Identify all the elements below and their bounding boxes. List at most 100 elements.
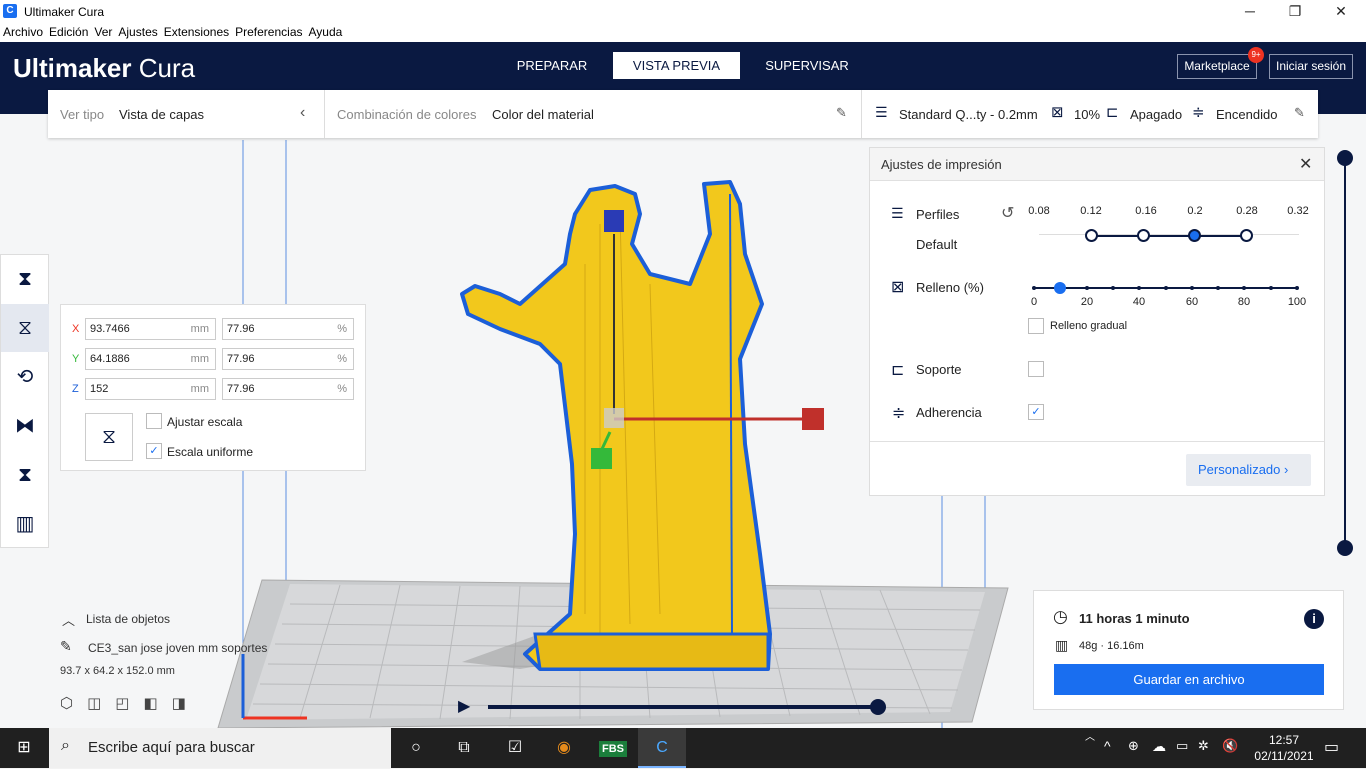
color-scheme-dropdown[interactable]: Color del material	[492, 107, 594, 122]
chevron-left-icon[interactable]: ‹	[300, 104, 305, 122]
infill-tick-dot	[1189, 286, 1194, 290]
custom-settings-button[interactable]: Personalizado ›	[1186, 454, 1311, 486]
scale-z-mm-input[interactable]: 152 mm	[85, 378, 216, 400]
play-icon[interactable]: ▶	[458, 696, 470, 716]
infill-tick: 80	[1237, 296, 1251, 308]
chevron-up-icon[interactable]: ︿	[62, 610, 75, 629]
scale-y-mm-input[interactable]: 64.1886 mm	[85, 348, 216, 370]
view-top-icon[interactable]: ◰	[115, 695, 143, 712]
view-type-dropdown[interactable]: Vista de capas	[119, 107, 204, 122]
taskbar-search[interactable]: Escribe aquí para buscar	[49, 728, 391, 768]
close-icon[interactable]: ✕	[1299, 154, 1312, 174]
layer-height-tick: 0.32	[1287, 205, 1309, 217]
x-mm-value: 93.7466	[90, 323, 130, 335]
view-left-icon[interactable]: ◧	[143, 695, 171, 712]
unit-mm: mm	[190, 323, 209, 335]
blender-app-icon[interactable]: ◉	[540, 728, 588, 768]
unit-pct: %	[337, 383, 347, 395]
brand-light: Cura	[131, 53, 196, 83]
close-window-button[interactable]: ✕	[1318, 0, 1364, 23]
view-front-icon[interactable]: ◫	[87, 695, 115, 712]
infill-tick-dot	[1110, 286, 1115, 290]
cura-taskbar-icon[interactable]: C	[638, 728, 686, 768]
pencil-icon[interactable]: ✎	[60, 638, 72, 655]
scale-y-pct-input[interactable]: 77.96%	[222, 348, 354, 370]
support-checkbox[interactable]	[1028, 361, 1044, 377]
notifications-icon[interactable]: ▭	[1324, 737, 1339, 757]
menu-preferencias[interactable]: Preferencias	[232, 23, 302, 39]
tray-chevron-icon[interactable]: ^	[1104, 738, 1111, 754]
checklist-app-icon[interactable]: ☑	[491, 728, 539, 768]
scroll-up-icon[interactable]: ︿	[1085, 728, 1095, 743]
info-icon[interactable]: i	[1304, 609, 1324, 629]
save-to-file-button[interactable]: Guardar en archivo	[1054, 664, 1324, 695]
scale-x-pct-input[interactable]: 77.96%	[222, 318, 354, 340]
unit-pct: %	[337, 323, 347, 335]
view-3d-icon[interactable]: ⬡	[60, 695, 87, 712]
profiles-icon: ☰	[891, 205, 904, 221]
clock-time[interactable]: 12:57	[1262, 733, 1306, 747]
menu-extensiones[interactable]: Extensiones	[161, 23, 229, 39]
tab-vista-previa[interactable]: VISTA PREVIA	[613, 52, 740, 79]
layer-height-slider[interactable]: 0.08 0.12 0.16 0.2 0.28 0.32	[1028, 202, 1311, 262]
pencil-icon[interactable]: ✎	[1294, 105, 1305, 121]
layer-slider-track[interactable]	[1344, 157, 1346, 547]
adhesion-checkbox[interactable]: ✓	[1028, 404, 1044, 420]
infill-tick: 100	[1287, 296, 1307, 308]
slider-handle-selected[interactable]	[1188, 229, 1201, 242]
task-view-icon[interactable]: ⧉	[440, 728, 488, 768]
fbs-app-icon[interactable]: FBS	[589, 728, 637, 768]
onedrive-icon[interactable]: ☁	[1152, 738, 1166, 755]
playback-progress	[488, 705, 878, 709]
object-list-toggle[interactable]: Lista de objetos	[86, 612, 170, 626]
marketplace-button[interactable]: Marketplace	[1177, 54, 1257, 79]
uniform-scale-checkbox[interactable]: ✓	[146, 443, 162, 459]
menu-archivo[interactable]: Archivo	[0, 23, 43, 39]
support-blocker-icon[interactable]: ▥	[1, 500, 49, 548]
print-setup-selector[interactable]: ☰ Standard Q...ty - 0.2mm ⊠ 10% ⊏ Apagad…	[868, 90, 1318, 138]
pencil-icon[interactable]: ✎	[836, 105, 847, 121]
minimize-button[interactable]: ─	[1227, 0, 1273, 23]
profile-summary: Standard Q...ty - 0.2mm	[899, 107, 1038, 122]
chevron-right-icon: ›	[1284, 462, 1289, 477]
rotate-tool-icon[interactable]: ⟲	[1, 353, 49, 401]
menu-ajustes[interactable]: Ajustes	[115, 23, 157, 39]
layer-slider-bottom-handle[interactable]	[1337, 540, 1353, 556]
profiles-label: Perfiles	[916, 207, 960, 222]
y-pct-value: 77.96	[227, 353, 255, 365]
maximize-button[interactable]: ❐	[1272, 0, 1318, 23]
layer-height-tick: 0.28	[1236, 205, 1258, 217]
playback-handle[interactable]	[870, 699, 886, 715]
menu-ayuda[interactable]: Ayuda	[306, 23, 343, 39]
login-button[interactable]: Iniciar sesión	[1269, 54, 1353, 79]
move-tool-icon[interactable]: ⧗	[1, 255, 49, 303]
windows-start-icon[interactable]: ⊞	[0, 728, 48, 768]
menu-ver[interactable]: Ver	[91, 23, 112, 39]
infill-tick-dot	[1032, 286, 1036, 290]
tab-preparar[interactable]: PREPARAR	[504, 52, 600, 79]
per-model-settings-icon[interactable]: ⧗	[1, 451, 49, 499]
infill-tick: 0	[1030, 296, 1038, 308]
mirror-tool-icon[interactable]: ⧓	[1, 402, 49, 450]
gradual-infill-checkbox[interactable]	[1028, 318, 1044, 334]
menu-edicion[interactable]: Edición	[46, 23, 88, 39]
clock-date[interactable]: 02/11/2021	[1248, 749, 1320, 763]
cortana-icon[interactable]: ○	[392, 728, 440, 768]
scale-x-mm-input[interactable]: 93.7466 mm	[85, 318, 216, 340]
scale-tool-icon[interactable]: ⧖	[1, 304, 49, 352]
infill-slider[interactable]: 0 20 40 60 80 100	[1031, 278, 1306, 308]
snap-scale-label: Ajustar escala	[167, 415, 243, 429]
lay-flat-button[interactable]: ⧖	[85, 413, 133, 461]
layer-slider-top-handle[interactable]	[1337, 150, 1353, 166]
volume-icon[interactable]: 🔇	[1222, 738, 1238, 754]
unit-pct: %	[337, 353, 347, 365]
tab-supervisar[interactable]: SUPERVISAR	[755, 52, 859, 79]
monitor-icon[interactable]: ▭	[1176, 738, 1188, 754]
app-tray-icon[interactable]: ✲	[1198, 738, 1209, 754]
scale-z-pct-input[interactable]: 77.96%	[222, 378, 354, 400]
snap-scale-checkbox[interactable]	[146, 413, 162, 429]
reset-icon[interactable]: ↺	[1001, 203, 1014, 223]
tray-network-icon[interactable]: ⊕	[1128, 738, 1139, 754]
adhesion-icon: ≑	[1192, 104, 1205, 121]
view-right-icon[interactable]: ◨	[172, 695, 200, 712]
